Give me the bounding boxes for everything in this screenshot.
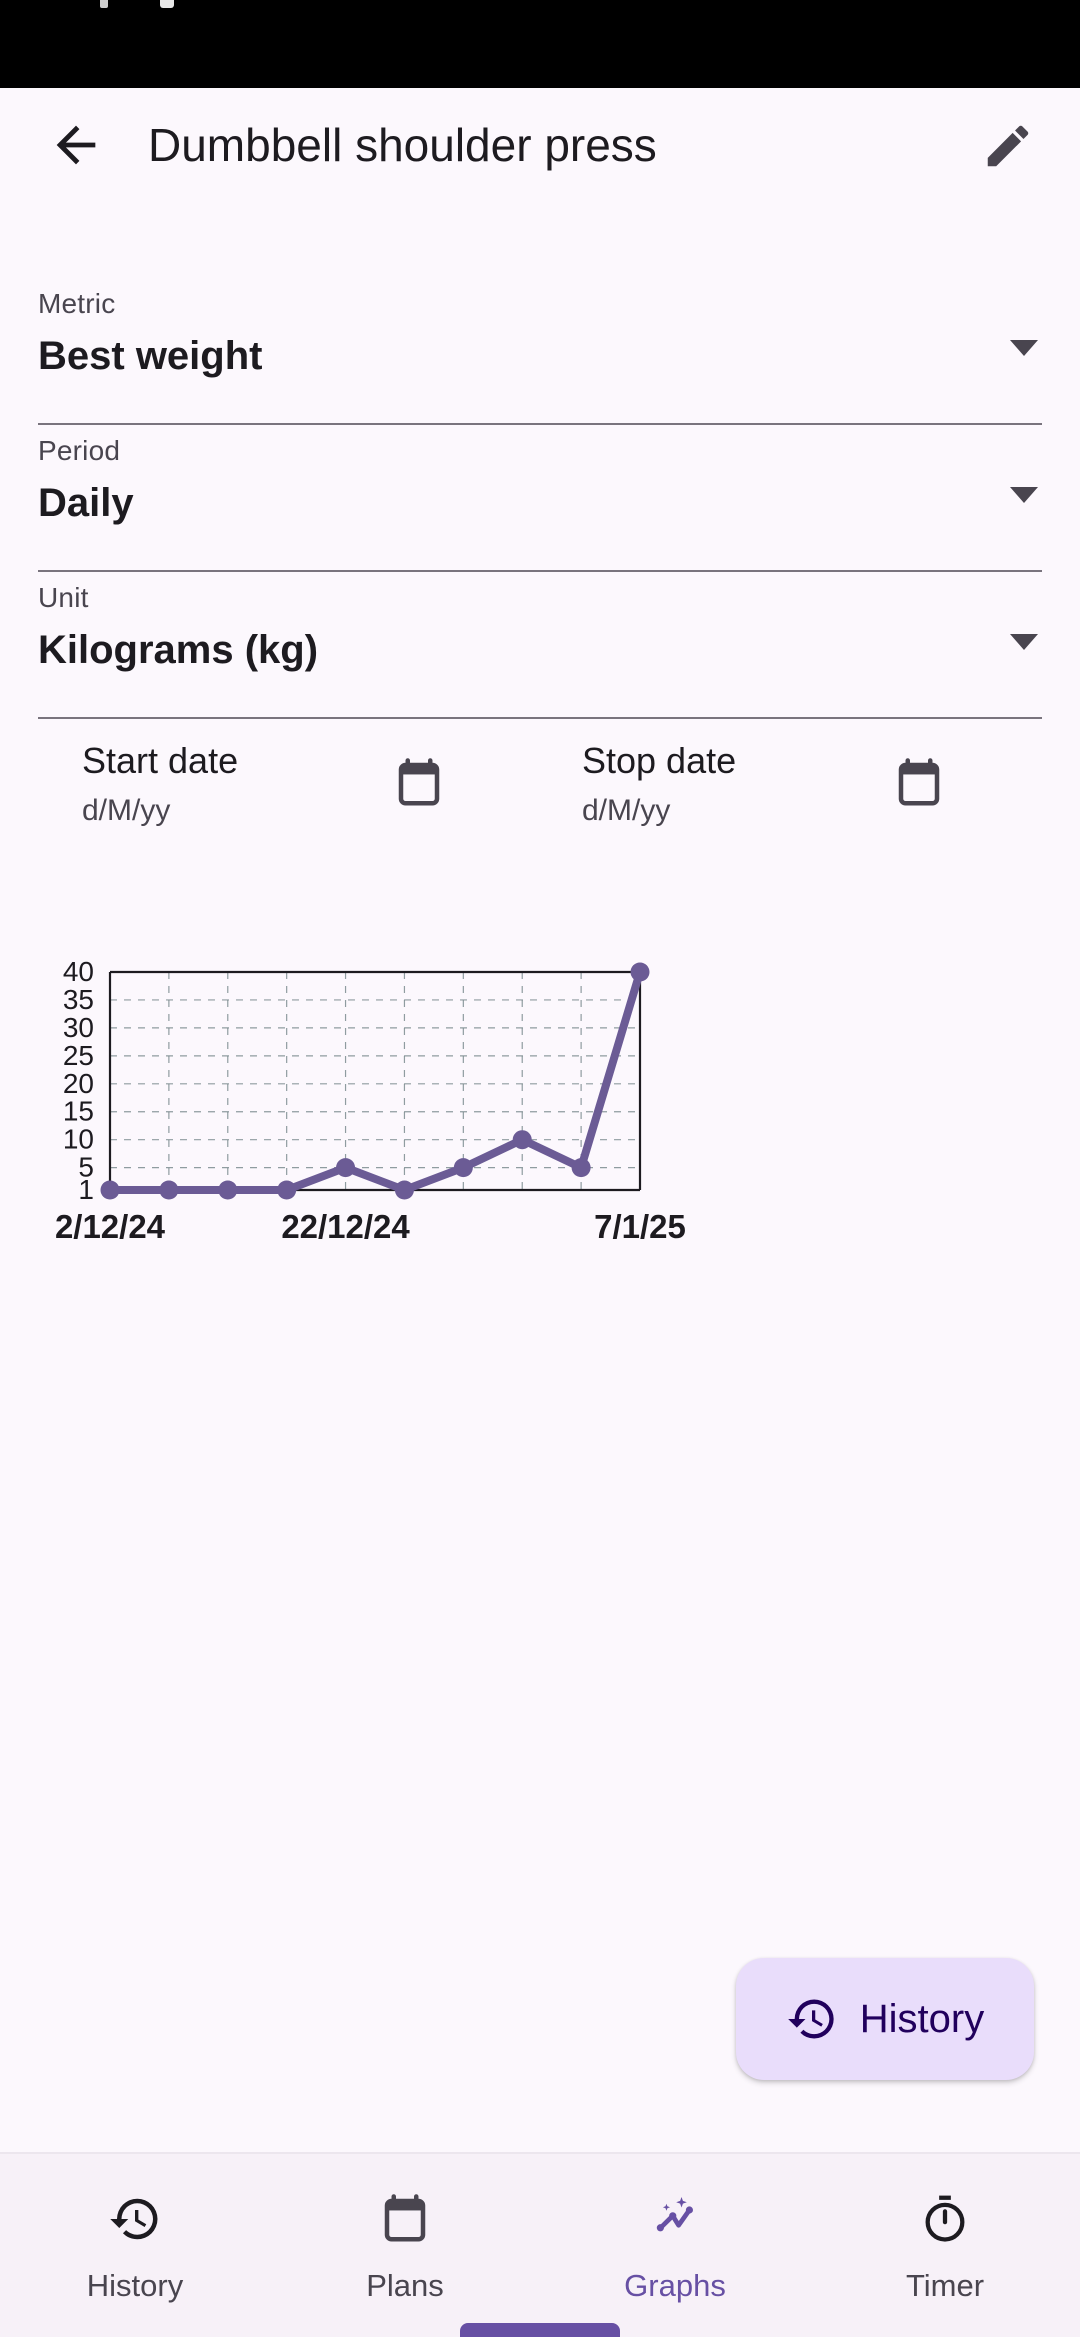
svg-text:40: 40 [63, 956, 94, 987]
stop-date-picker[interactable]: Stop date d/M/yy [500, 740, 1000, 828]
bottom-navigation: History Plans Graphs Timer [0, 2152, 1080, 2337]
stop-date-hint: d/M/yy [582, 794, 671, 827]
chevron-down-icon[interactable] [1010, 487, 1038, 503]
unit-select[interactable]: Unit Kilograms (kg) [38, 572, 1042, 719]
nav-item-graphs[interactable]: Graphs [540, 2152, 810, 2337]
stop-date-label: Stop date [582, 740, 737, 781]
svg-text:2/12/24: 2/12/24 [55, 1208, 166, 1245]
calendar-icon [384, 2194, 426, 2242]
metric-value: Best weight [38, 334, 263, 378]
calendar-icon [398, 758, 440, 806]
status-bar-glyph-2 [160, 0, 174, 8]
filter-fields: Metric Best weight Period Daily Unit Kil… [0, 278, 1080, 719]
nav-divider [0, 2152, 1080, 2154]
svg-text:22/12/24: 22/12/24 [281, 1208, 410, 1245]
page-title: Dumbbell shoulder press [148, 119, 657, 171]
svg-text:5: 5 [78, 1152, 94, 1183]
best-weight-line-chart[interactable]: 15101520253035402/12/24 22/12/24 7/1/25 [0, 925, 1080, 1865]
nav-label-timer: Timer [905, 2268, 985, 2303]
metric-label: Metric [38, 288, 116, 319]
start-date-picker[interactable]: Start date d/M/yy [0, 740, 500, 828]
nav-label-plans: Plans [366, 2268, 444, 2303]
date-range-row: Start date d/M/yy Stop date d/M/yy [0, 740, 1080, 828]
query-stats-icon [656, 2196, 694, 2232]
graph-container: 1 5 10 15 20 25 30 35 40 2/12/24 22/12/24 7/1/25 [0, 925, 1080, 1275]
home-indicator [460, 2323, 620, 2337]
chevron-down-icon[interactable] [1010, 634, 1038, 650]
history-fab[interactable]: History [736, 1958, 1034, 2080]
svg-text:10: 10 [63, 1124, 94, 1155]
arrow-left-icon [56, 125, 96, 165]
nav-item-history[interactable]: History [0, 2152, 270, 2337]
start-date-calendar-button[interactable] [392, 756, 446, 815]
history-clock-icon [110, 2198, 158, 2240]
unit-value: Kilograms (kg) [38, 628, 319, 672]
start-date-label: Start date [82, 740, 239, 781]
svg-text:15: 15 [63, 1096, 94, 1127]
edit-button[interactable] [962, 100, 1054, 192]
history-fab-label: History [859, 1996, 985, 2041]
status-bar [0, 0, 1080, 88]
period-label: Period [38, 435, 121, 466]
period-select[interactable]: Period Daily [38, 425, 1042, 572]
nav-item-timer[interactable]: Timer [810, 2152, 1080, 2337]
svg-text:30: 30 [63, 1012, 94, 1043]
chevron-down-icon[interactable] [1010, 340, 1038, 356]
back-button[interactable] [24, 93, 128, 197]
nav-label-history: History [86, 2268, 184, 2303]
app-bar: Dumbbell shoulder press [0, 88, 1080, 202]
svg-text:25: 25 [63, 1040, 94, 1071]
history-clock-icon [787, 1999, 834, 2039]
metric-select[interactable]: Metric Best weight [38, 278, 1042, 425]
svg-text:35: 35 [63, 984, 94, 1015]
pencil-edit-icon [987, 125, 1029, 167]
period-value: Daily [38, 481, 134, 525]
unit-label: Unit [38, 582, 89, 613]
nav-label-graphs: Graphs [624, 2268, 726, 2303]
stopwatch-icon [925, 2195, 965, 2242]
svg-text:20: 20 [63, 1068, 94, 1099]
stop-date-calendar-button[interactable] [892, 756, 946, 815]
start-date-hint: d/M/yy [82, 794, 171, 827]
calendar-icon [898, 758, 940, 806]
svg-text:7/1/25: 7/1/25 [594, 1208, 686, 1245]
status-bar-glyph [100, 0, 108, 8]
nav-item-plans[interactable]: Plans [270, 2152, 540, 2337]
